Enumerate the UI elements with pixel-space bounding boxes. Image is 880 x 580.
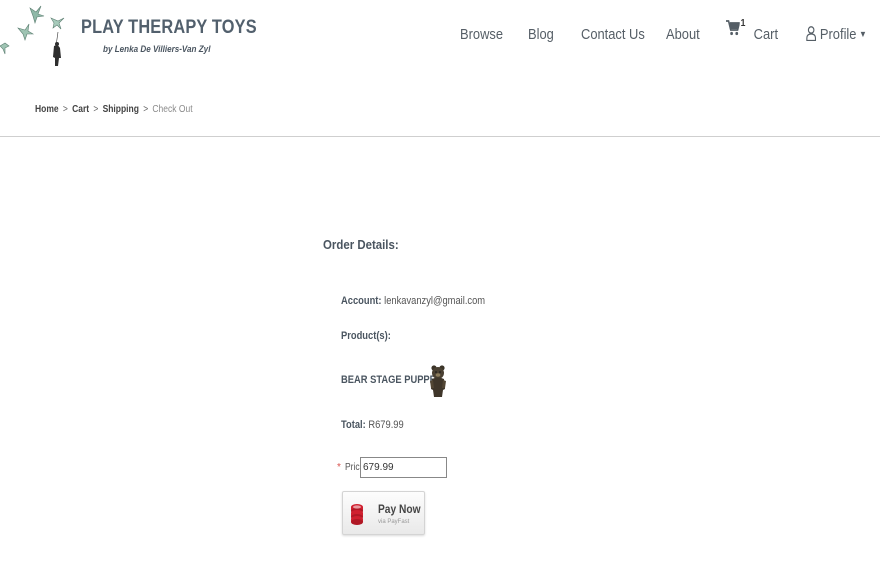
total-row: Total: R679.99 (341, 419, 404, 431)
breadcrumb-cart[interactable]: Cart (72, 104, 89, 115)
nav-profile-menu[interactable]: Profile ▼ (806, 26, 867, 46)
required-marker: * (337, 462, 341, 473)
brand-subtitle: by Lenka De Villiers-Van Zyl (103, 44, 211, 54)
brand-title[interactable]: PLAY THERAPY TOYS (81, 17, 257, 39)
profile-label: Profile (819, 26, 857, 43)
nav-blog-link[interactable]: Blog (528, 26, 554, 46)
breadcrumb-separator: > (93, 104, 99, 115)
coin-stack-icon (351, 504, 363, 525)
breadcrumb-home[interactable]: Home (35, 104, 59, 115)
product-name: BEAR STAGE PUPPET (341, 374, 442, 386)
breadcrumb-separator: > (143, 104, 149, 115)
account-row: Account: lenkavanzyl@gmail.com (341, 295, 485, 307)
nav-about-link[interactable]: About (666, 26, 700, 46)
total-label: Total: (341, 419, 366, 431)
cart-icon (726, 20, 740, 36)
products-row: Product(s): (341, 330, 391, 342)
price-row: * Price (337, 457, 447, 478)
nav-cart-link[interactable]: 1 Cart (726, 18, 778, 43)
breadcrumb-shipping[interactable]: Shipping (103, 104, 139, 115)
account-label: Account: (341, 295, 382, 307)
price-input[interactable] (360, 457, 447, 478)
caret-down-icon: ▼ (859, 29, 867, 39)
order-details-title: Order Details: (323, 237, 399, 252)
breadcrumb-separator: > (62, 104, 68, 115)
nav-contact-link[interactable]: Contact Us (581, 26, 645, 46)
pay-now-button[interactable]: Pay Now via PayFast (342, 491, 425, 535)
hummingbird-logo-icon[interactable] (0, 2, 78, 72)
pay-now-sublabel: via PayFast (378, 519, 410, 525)
header-divider (0, 136, 880, 137)
cart-count-badge: 1 (740, 18, 746, 29)
cart-label: Cart (753, 26, 779, 43)
account-value: lenkavanzyl@gmail.com (384, 295, 486, 307)
nav-browse-link[interactable]: Browse (460, 26, 503, 46)
products-label: Product(s): (341, 330, 391, 342)
bear-puppet-image (430, 365, 446, 397)
total-value: R679.99 (368, 419, 404, 431)
user-icon (806, 26, 817, 41)
site-header: PLAY THERAPY TOYS by Lenka De Villiers-V… (0, 0, 880, 80)
pay-now-label: Pay Now (378, 502, 421, 516)
breadcrumb-current: Check Out (152, 104, 193, 115)
breadcrumb: Home > Cart > Shipping > Check Out (35, 104, 193, 115)
